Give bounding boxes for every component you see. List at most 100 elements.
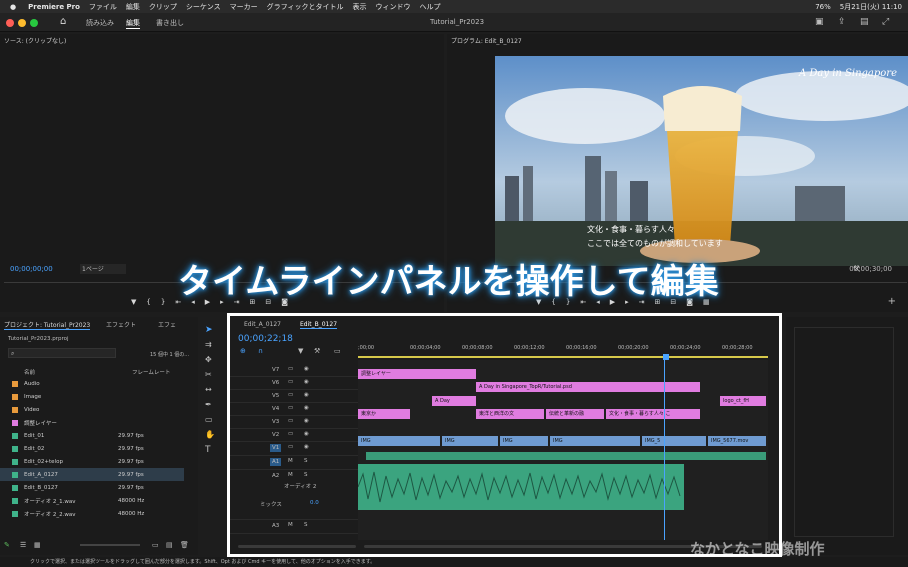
track-label[interactable]: A1	[270, 458, 282, 466]
clip-img-1[interactable]: IMG	[358, 436, 440, 446]
pencil-icon[interactable]: ✎	[4, 541, 10, 549]
timeline-tab-a[interactable]: Edit_A_0127	[244, 321, 281, 328]
menu-graphics[interactable]: グラフィックとタイトル	[267, 2, 344, 12]
tab-effects[interactable]: エフェクト	[106, 320, 136, 329]
project-item[interactable]: オーディオ 2_1.wav 48000 Hz	[0, 494, 184, 507]
zoom-slider[interactable]	[80, 544, 140, 546]
project-item[interactable]: Video	[0, 403, 184, 416]
minimize-window-button[interactable]	[18, 19, 26, 27]
fullscreen-icon[interactable]: ⤢	[882, 17, 889, 27]
sync-lock-icon[interactable]: ▭	[288, 379, 293, 385]
menu-help[interactable]: ヘルプ	[419, 2, 440, 12]
clip-img-mov[interactable]: IMG_5677.mov	[708, 436, 766, 446]
visibility-icon[interactable]: ◉	[304, 405, 309, 411]
source-zoom-select[interactable]: 1ページ	[80, 264, 126, 274]
track-label[interactable]: V5	[270, 392, 281, 400]
settings-wrench-icon[interactable]: ⚒	[314, 347, 320, 355]
sync-lock-icon[interactable]: ▭	[288, 418, 293, 424]
menu-view[interactable]: 表示	[352, 2, 366, 12]
track-label[interactable]: V4	[270, 405, 281, 413]
time-ruler[interactable]: ;00;00 00;00;04;00 00;00;08;00 00;00;12;00 0…	[358, 343, 768, 357]
mute-icon[interactable]: M	[288, 458, 293, 464]
track-label[interactable]: V3	[270, 418, 281, 426]
project-item[interactable]: Audio	[0, 377, 184, 390]
playhead-line[interactable]	[664, 360, 665, 540]
project-item[interactable]: Image	[0, 390, 184, 403]
track-area[interactable]: 調整レイヤー A Day in Singapore_TopR/Tutorial.…	[357, 360, 768, 540]
clip-tokyo[interactable]: 東京か	[358, 409, 410, 419]
new-item-icon[interactable]: ▤	[166, 541, 173, 549]
visibility-icon[interactable]: ◉	[304, 379, 309, 385]
work-area-bar[interactable]	[358, 356, 768, 358]
tab-import[interactable]: 読み込み	[86, 18, 114, 28]
tab-edit[interactable]: 編集	[126, 18, 140, 29]
trash-icon[interactable]: 🗑	[180, 541, 189, 549]
visibility-icon[interactable]: ◉	[304, 418, 309, 424]
list-view-icon[interactable]: ☰	[20, 541, 26, 549]
close-window-button[interactable]	[6, 19, 14, 27]
clip-a-day[interactable]: A Day	[432, 396, 476, 406]
clip-img-2[interactable]: IMG	[442, 436, 498, 446]
timeline-timecode[interactable]: 00;00;22;18	[238, 334, 293, 344]
clip-img-4[interactable]: IMG	[550, 436, 640, 446]
mix-value[interactable]: 0.0	[310, 500, 319, 506]
project-item[interactable]: Edit_02+telop 29.97 fps	[0, 455, 184, 468]
clip-east-west[interactable]: 東洋と西洋の文	[476, 409, 544, 419]
audio-clip-a2[interactable]	[357, 464, 684, 510]
menu-marker[interactable]: マーカー	[230, 2, 258, 12]
track-header-a3[interactable]: A3 M S	[230, 520, 358, 534]
in-point-icon[interactable]: {	[146, 298, 150, 306]
menu-file[interactable]: ファイル	[89, 2, 117, 12]
menu-sequence[interactable]: シーケンス	[186, 2, 221, 12]
clip-tradition[interactable]: 伝統と革新の融	[546, 409, 604, 419]
zoom-window-button[interactable]	[30, 19, 38, 27]
playhead-handle[interactable]	[663, 354, 669, 360]
app-name[interactable]: Premiere Pro	[28, 3, 80, 11]
sync-lock-icon[interactable]: ▭	[288, 444, 293, 450]
panel-icon[interactable]: ▤	[860, 17, 869, 27]
slip-icon[interactable]: ↔	[205, 385, 221, 400]
tab-effects-2[interactable]: エフェ	[158, 320, 176, 329]
type-tool-icon[interactable]: T	[205, 445, 221, 460]
icon-view-icon[interactable]: ▦	[34, 541, 41, 549]
search-input[interactable]: ⌕	[8, 348, 116, 358]
sync-lock-icon[interactable]: ▭	[288, 366, 293, 372]
track-header-v6[interactable]: V6 ▭ ◉	[230, 377, 358, 390]
project-item[interactable]: Edit_01 29.97 fps	[0, 429, 184, 442]
solo-icon[interactable]: S	[304, 458, 308, 464]
sync-lock-icon[interactable]: ▭	[288, 392, 293, 398]
clip-psd-title[interactable]: A Day in Singapore_TopR/Tutorial.psd	[476, 382, 700, 392]
column-name[interactable]: 名前	[24, 368, 35, 376]
ripple-edit-icon[interactable]: ✥	[205, 355, 221, 370]
timeline-tab-b[interactable]: Edit_B_0127	[300, 321, 338, 329]
clip-culture[interactable]: 文化・食事・暮らす人々 こ	[606, 409, 700, 419]
track-label[interactable]: V1	[270, 444, 282, 452]
hand-icon[interactable]: ✋	[205, 430, 221, 445]
track-header-a1[interactable]: A1 M S	[230, 456, 358, 470]
visibility-icon[interactable]: ◉	[304, 366, 309, 372]
share-icon[interactable]: ⇪	[838, 17, 846, 27]
home-icon[interactable]: ⌂	[60, 16, 66, 27]
out-point-icon[interactable]: }	[161, 298, 165, 306]
track-header-a2[interactable]: A2 M S	[230, 470, 358, 520]
track-header-v5[interactable]: V5 ▭ ◉	[230, 390, 358, 403]
tab-project[interactable]: プロジェクト: Tutorial_Pr2023	[4, 320, 91, 330]
solo-icon[interactable]: S	[304, 522, 308, 528]
menu-edit[interactable]: 編集	[126, 2, 140, 12]
clip-img-3[interactable]: IMG	[500, 436, 548, 446]
track-select-icon[interactable]: ⇉	[205, 340, 221, 355]
project-item[interactable]: Edit_B_0127 29.97 fps	[0, 481, 184, 494]
clip-logo[interactable]: logo_ct_fH	[720, 396, 766, 406]
project-item[interactable]: 調整レイヤー	[0, 416, 184, 429]
menu-window[interactable]: ウィンドウ	[375, 2, 410, 12]
project-item[interactable]: Edit_A_0127 29.97 fps	[0, 468, 184, 481]
track-label[interactable]: A3	[270, 522, 281, 530]
pen-icon[interactable]: ✒	[205, 400, 221, 415]
sync-lock-icon[interactable]: ▭	[288, 431, 293, 437]
wrench-icon[interactable]: ⚒	[853, 264, 860, 273]
clip-img-5[interactable]: IMG_5	[642, 436, 706, 446]
visibility-icon[interactable]: ◉	[304, 444, 309, 450]
menu-clip[interactable]: クリップ	[149, 2, 177, 12]
new-bin-icon[interactable]: ▭	[152, 541, 159, 549]
track-label[interactable]: A2	[270, 472, 281, 480]
